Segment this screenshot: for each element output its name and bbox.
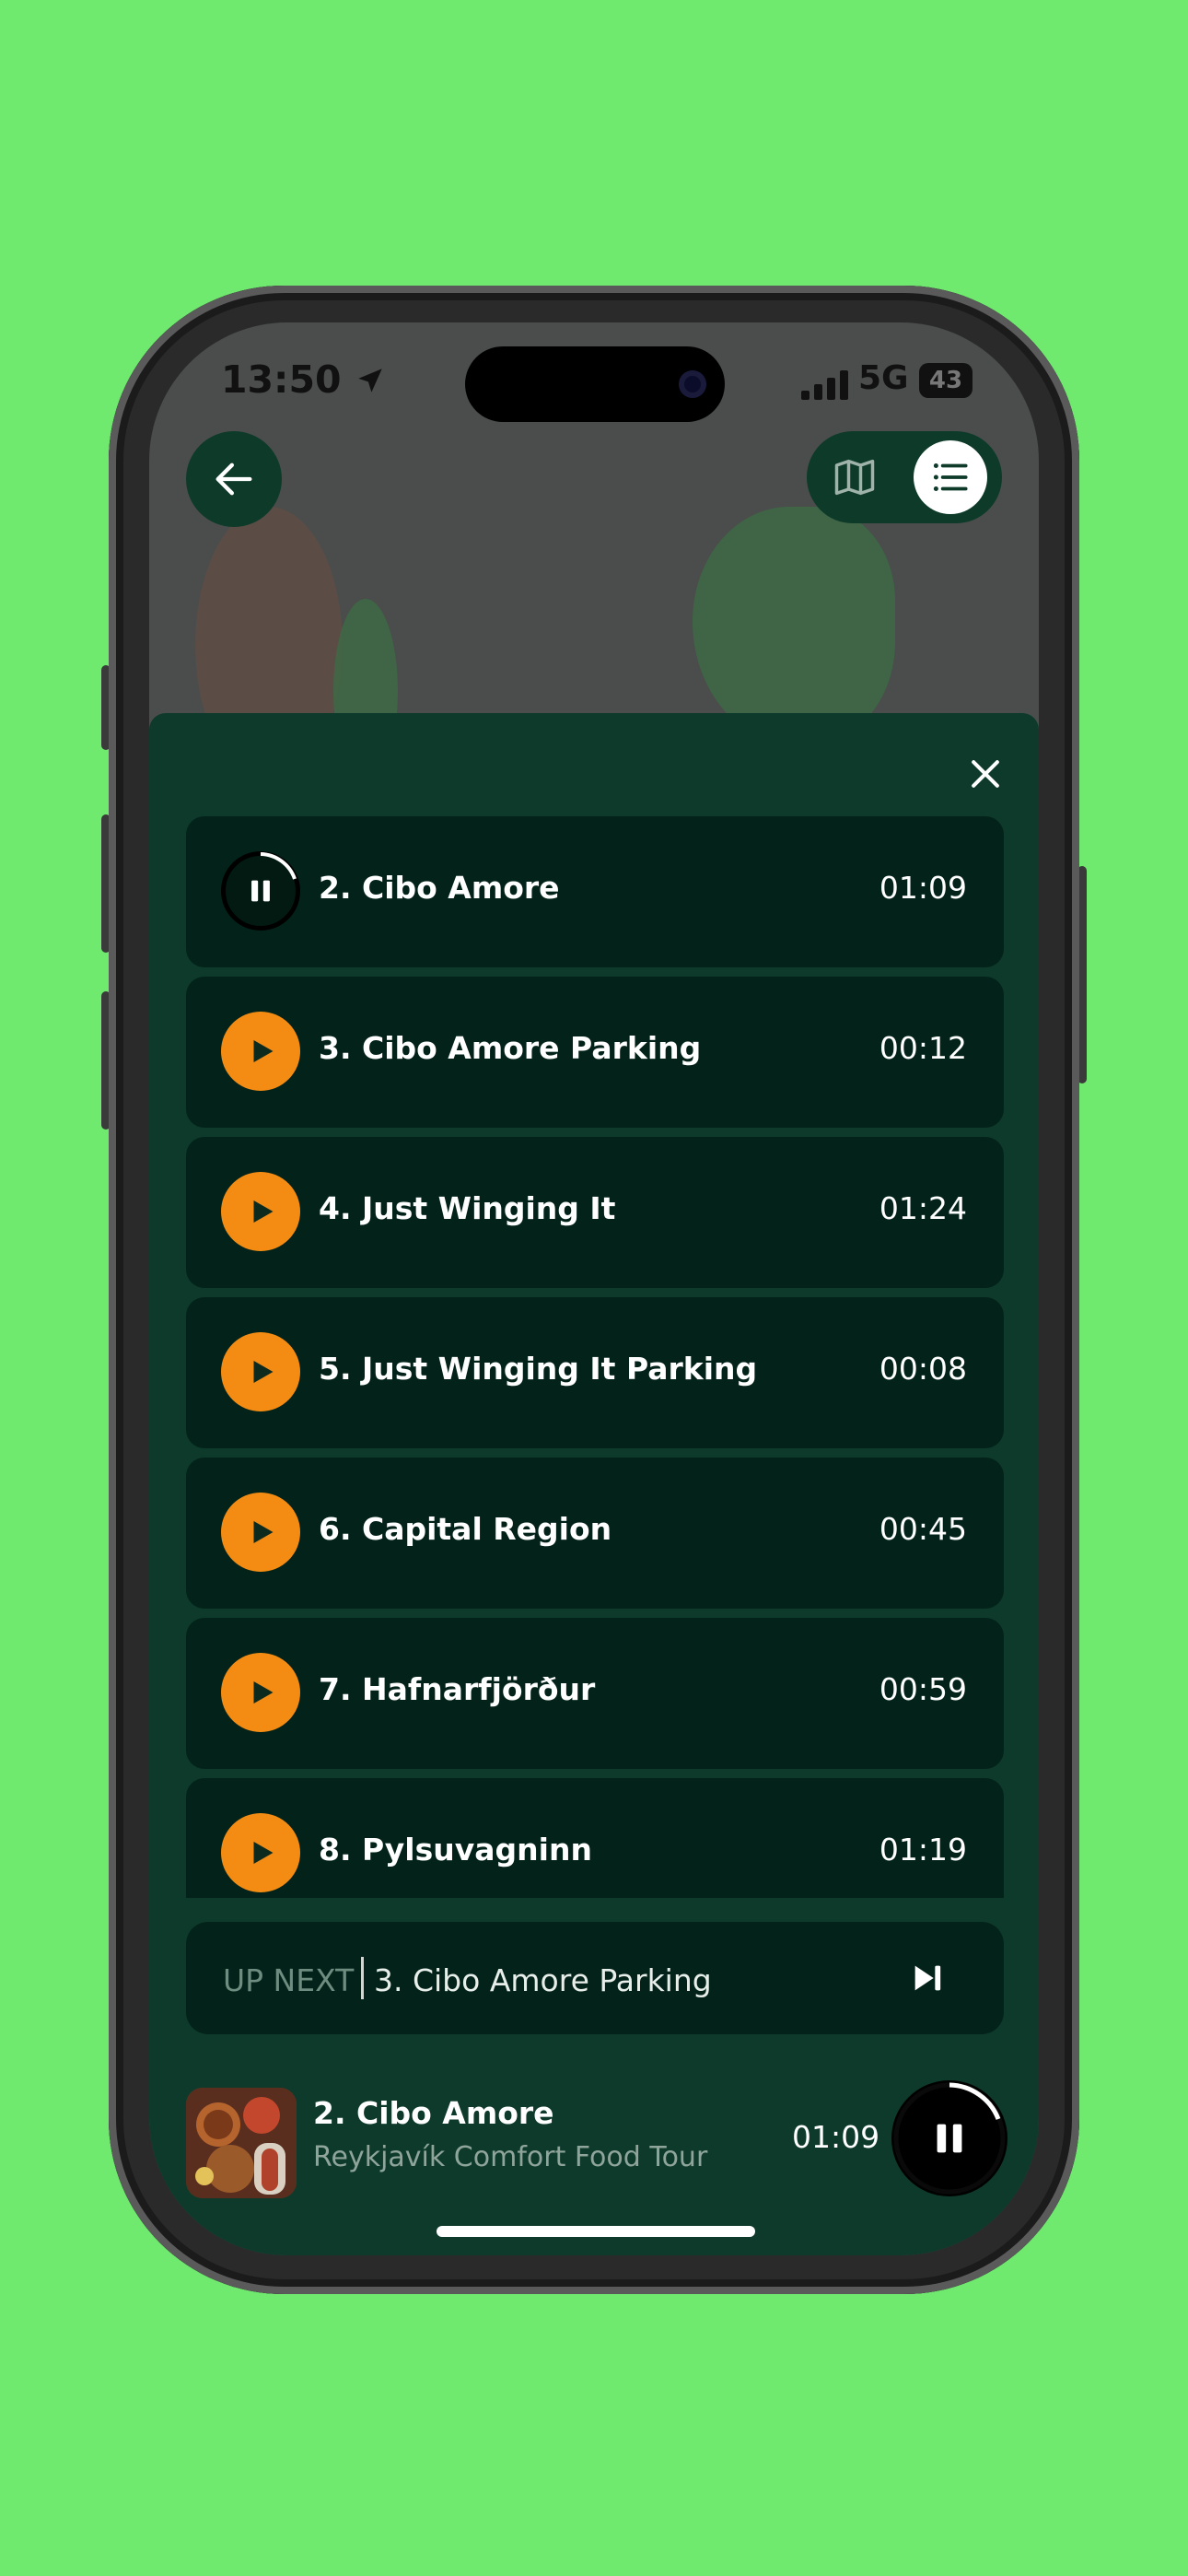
location-arrow-icon (358, 369, 382, 392)
up-next-divider (361, 1957, 364, 1999)
now-playing-time: 01:09 (792, 2119, 880, 2155)
list-icon (933, 463, 968, 491)
track-row[interactable]: 7. Hafnarfjörður 00:59 (186, 1618, 1004, 1769)
track-duration: 00:59 (879, 1671, 967, 1707)
track-row[interactable]: 5. Just Winging It Parking 00:08 (186, 1297, 1004, 1448)
close-button[interactable] (960, 748, 1011, 800)
track-title: 8. Pylsuvagninn (319, 1832, 592, 1868)
track-row[interactable]: 3. Cibo Amore Parking 00:12 (186, 977, 1004, 1128)
track-row[interactable]: 4. Just Winging It 01:24 (186, 1137, 1004, 1288)
track-duration: 00:12 (879, 1030, 967, 1066)
progress-ring (222, 852, 299, 930)
close-icon (972, 760, 999, 788)
play-button[interactable] (221, 1012, 300, 1091)
map-icon (834, 459, 875, 496)
now-playing-pause-button[interactable] (891, 2080, 1007, 2196)
play-icon (253, 1842, 274, 1864)
play-button[interactable] (221, 1813, 300, 1892)
back-button[interactable] (186, 431, 282, 527)
play-button[interactable] (221, 1172, 300, 1251)
track-duration: 01:19 (879, 1832, 967, 1868)
home-indicator[interactable] (437, 2226, 755, 2237)
play-button[interactable] (221, 1332, 300, 1411)
play-button[interactable] (221, 1653, 300, 1732)
track-title: 4. Just Winging It (319, 1190, 616, 1226)
battery-level: 43 (928, 367, 963, 394)
battery-icon: 43 (919, 363, 973, 398)
up-next-title: 3. Cibo Amore Parking (374, 1962, 712, 1998)
view-toggle (807, 431, 1002, 523)
skip-next-button[interactable] (904, 1957, 950, 1999)
play-button[interactable] (221, 1493, 300, 1572)
now-playing-tour: Reykjavík Comfort Food Tour (313, 2141, 708, 2173)
play-icon (253, 1200, 274, 1223)
track-row[interactable]: 8. Pylsuvagninn 01:19 (186, 1778, 1004, 1898)
track-row[interactable]: 6. Capital Region 00:45 (186, 1458, 1004, 1609)
track-title: 2. Cibo Amore (319, 870, 560, 906)
play-icon (253, 1681, 274, 1704)
track-duration: 01:24 (879, 1190, 967, 1226)
track-artwork (186, 2088, 297, 2198)
phone-screen: 13:50 5G 43 2. Cibo Amore 01:09 3. Cibo … (149, 322, 1039, 2255)
skip-next-icon (914, 1965, 941, 1991)
map-view-button[interactable] (825, 448, 884, 507)
track-duration: 01:09 (879, 870, 967, 906)
track-duration: 00:45 (879, 1511, 967, 1547)
map-island (693, 507, 895, 746)
track-title: 6. Capital Region (319, 1511, 612, 1547)
play-icon (253, 1361, 274, 1383)
signal-icon (801, 370, 848, 400)
track-title: 5. Just Winging It Parking (319, 1351, 758, 1387)
play-icon (253, 1521, 274, 1543)
playlist-sheet: 2. Cibo Amore 01:09 3. Cibo Amore Parkin… (149, 713, 1039, 2255)
track-list[interactable]: 2. Cibo Amore 01:09 3. Cibo Amore Parkin… (186, 816, 1004, 1898)
play-icon (253, 1040, 274, 1062)
pause-button[interactable] (221, 851, 300, 931)
track-row[interactable]: 2. Cibo Amore 01:09 (186, 816, 1004, 967)
track-duration: 00:08 (879, 1351, 967, 1387)
progress-ring (893, 2082, 1006, 2195)
status-time: 13:50 (221, 357, 386, 402)
list-view-button[interactable] (914, 440, 987, 514)
now-playing-title: 2. Cibo Amore (313, 2095, 554, 2131)
camera-icon (679, 370, 706, 398)
arrow-left-icon (215, 463, 252, 496)
up-next-bar[interactable]: UP NEXT 3. Cibo Amore Parking (186, 1922, 1004, 2034)
track-title: 7. Hafnarfjörður (319, 1671, 596, 1707)
up-next-label: UP NEXT (223, 1962, 355, 1998)
network-type: 5G (858, 359, 909, 397)
track-title: 3. Cibo Amore Parking (319, 1030, 702, 1066)
